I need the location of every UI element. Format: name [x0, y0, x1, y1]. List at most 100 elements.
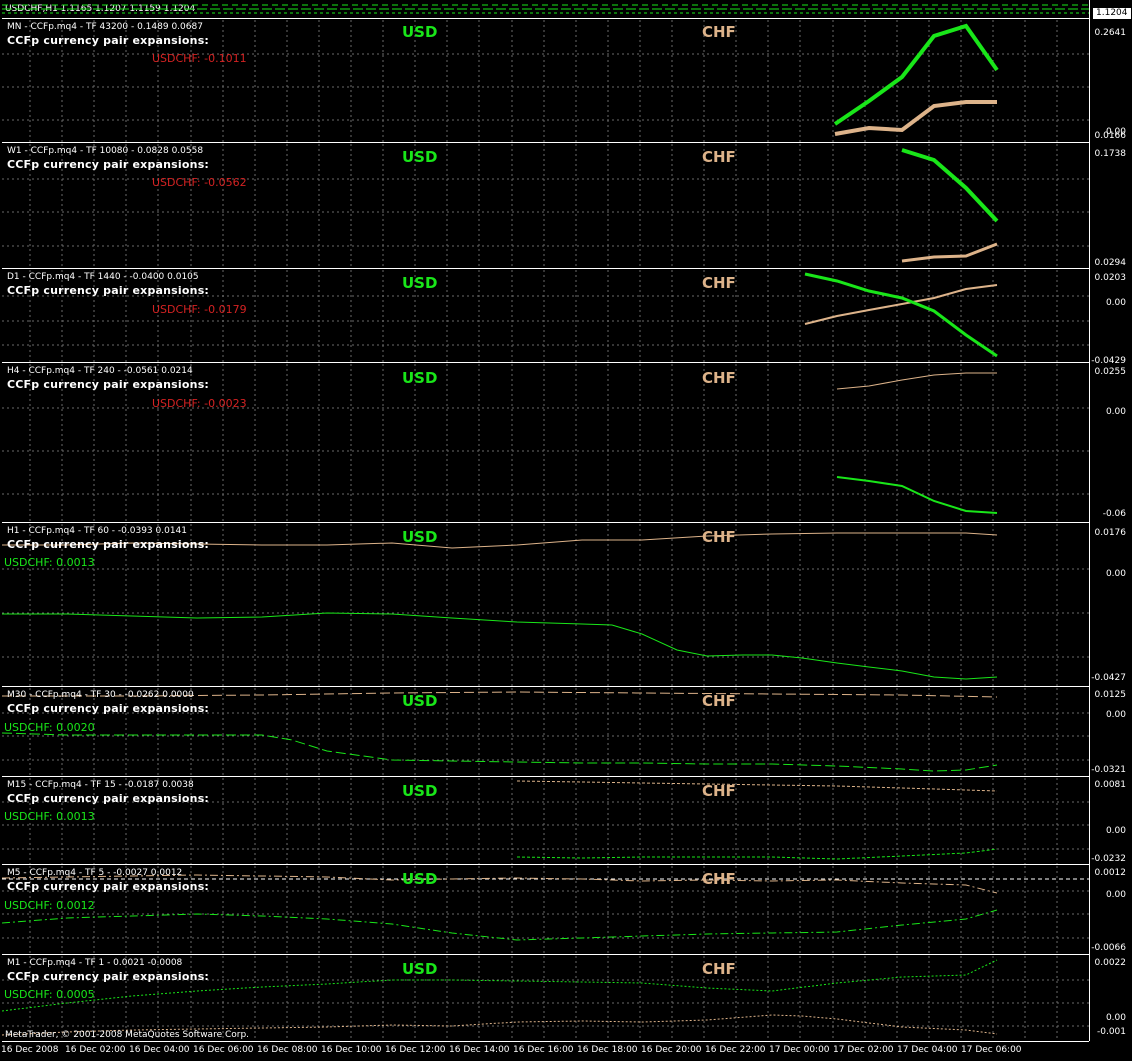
usd-series-line [805, 274, 997, 356]
panel-header: M15 - CCFp.mq4 - TF 15 - -0.0187 0.0038 [7, 780, 194, 790]
chf-series-line [517, 781, 997, 791]
scale-level-label: -0.0232 [1091, 854, 1126, 864]
usd-series-line [2, 613, 997, 679]
scale-level-label: 0.2641 [1094, 28, 1127, 38]
panel-chart-area [2, 778, 1089, 864]
chf-label: CHF [702, 782, 736, 800]
scale-level-label: -0.0321 [1091, 765, 1126, 775]
usd-label: USD [402, 528, 438, 546]
chf-label: CHF [702, 692, 736, 710]
usd-label: USD [402, 782, 438, 800]
panel-subheader: CCFp currency pair expansions: [7, 970, 210, 983]
panel-subheader: CCFp currency pair expansions: [7, 34, 210, 47]
panel-header: MN - CCFp.mq4 - TF 43200 - 0.1489 0.0687 [7, 22, 203, 32]
panel-subheader: CCFp currency pair expansions: [7, 378, 210, 391]
scale-level-label: 0.0081 [1094, 780, 1127, 790]
panel-price-scale: 0.0125 0.00 -0.0321 [1090, 688, 1132, 776]
chf-label: CHF [702, 23, 736, 41]
indicator-panel[interactable]: H4 - CCFp.mq4 - TF 240 - -0.0561 0.0214 C… [2, 364, 1089, 523]
usd-label: USD [402, 369, 438, 387]
panel-price-scale: 0.0203 0.00 -0.0429 [1090, 270, 1132, 366]
usd-series-line [2, 733, 997, 771]
indicator-panel[interactable]: D1 - CCFp.mq4 - TF 1440 - -0.0400 0.0105… [2, 270, 1089, 363]
chf-label: CHF [702, 274, 736, 292]
scale-level-label: -0.001 [1096, 1027, 1126, 1037]
scale-level-label: -0.0066 [1091, 943, 1126, 953]
pair-value-label: USDCHF: 0.0005 [4, 988, 95, 1001]
panel-subheader: CCFp currency pair expansions: [7, 284, 210, 297]
usd-series-line [902, 150, 997, 221]
scale-level-label: 0.1738 [1094, 149, 1127, 159]
time-axis-label: 16 Dec 02:00 [65, 1045, 126, 1055]
usd-series-line [837, 477, 997, 513]
scale-level-label: 0.00 [1105, 569, 1126, 579]
panel-chart-area [2, 956, 1089, 1041]
pair-value-label: USDCHF: 0.0013 [4, 810, 95, 823]
scale-level-label: 0.00 [1105, 407, 1126, 417]
time-axis-label: 16 Dec 06:00 [193, 1045, 254, 1055]
usd-label: USD [402, 870, 438, 888]
panel-header: W1 - CCFp.mq4 - TF 10080 - 0.0828 0.0558 [7, 146, 204, 156]
scale-level-label: 0.0203 [1094, 273, 1127, 283]
panel-header: M1 - CCFp.mq4 - TF 1 - 0.0021 -0.0008 [7, 958, 183, 968]
usd-label: USD [402, 23, 438, 41]
chf-label: CHF [702, 528, 736, 546]
time-axis-label: 17 Dec 06:00 [961, 1045, 1022, 1055]
pair-value-label: USDCHF: -0.0562 [152, 176, 247, 189]
usd-series-line [835, 26, 997, 124]
pair-value-label: USDCHF: -0.0023 [152, 397, 247, 410]
scale-level-label: 0.00 [1105, 890, 1126, 900]
panel-price-scale: 0.0176 0.00 -0.0427 [1090, 524, 1132, 686]
scale-level-label: 0.0176 [1094, 528, 1127, 538]
time-axis-label: 16 Dec 14:00 [449, 1045, 510, 1055]
indicator-panel[interactable]: H1 - CCFp.mq4 - TF 60 - -0.0393 0.0141 CC… [2, 524, 1089, 687]
chf-label: CHF [702, 960, 736, 978]
copyright-text: MetaTrader, © 2001-2008 MetaQuotes Softw… [5, 1030, 250, 1040]
scale-level-label: 0.0255 [1094, 367, 1127, 377]
scale-level-label: 0.00 [1105, 710, 1126, 720]
chf-series-line [837, 373, 997, 389]
time-axis-label: 16 Dec 08:00 [257, 1045, 318, 1055]
scale-level-label: -0.0427 [1091, 673, 1126, 683]
panel-subheader: CCFp currency pair expansions: [7, 538, 210, 551]
scale-level-label: 0.0294 [1094, 258, 1127, 268]
panel-header: M5 - CCFp.mq4 - TF 5 - -0.0027 0.0012 [7, 868, 183, 878]
panel-price-scale: 0.0012 0.00 -0.0066 [1090, 866, 1132, 954]
chf-label: CHF [702, 870, 736, 888]
scale-level-label: 0.00 [1105, 1013, 1126, 1023]
scale-level-label: 0.0166 [1094, 131, 1127, 141]
usd-label: USD [402, 274, 438, 292]
panel-subheader: CCFp currency pair expansions: [7, 702, 210, 715]
scale-level-label: 0.0125 [1094, 690, 1127, 700]
time-axis-label: 16 Dec 22:00 [705, 1045, 766, 1055]
time-axis-label: 16 Dec 04:00 [129, 1045, 190, 1055]
indicator-panel[interactable]: M15 - CCFp.mq4 - TF 15 - -0.0187 0.0038 C… [2, 778, 1089, 865]
panel-header: H1 - CCFp.mq4 - TF 60 - -0.0393 0.0141 [7, 526, 188, 536]
time-axis-label: 17 Dec 04:00 [897, 1045, 958, 1055]
indicator-panel[interactable]: W1 - CCFp.mq4 - TF 10080 - 0.0828 0.0558… [2, 144, 1089, 269]
usd-label: USD [402, 692, 438, 710]
time-axis-label: 16 Dec 18:00 [577, 1045, 638, 1055]
main-chart-header[interactable]: USDCHF,H1 1.1165 1.1207 1.1159 1.1204 [2, 0, 1089, 19]
pair-value-label: USDCHF: -0.1011 [152, 52, 247, 65]
indicator-panel[interactable]: MN - CCFp.mq4 - TF 43200 - 0.1489 0.0687… [2, 20, 1089, 143]
panel-price-scale: 0.0081 0.00 -0.0232 [1090, 778, 1132, 864]
chf-series-line [805, 285, 997, 324]
time-axis-label: 16 Dec 10:00 [321, 1045, 382, 1055]
indicator-panel[interactable]: M30 - CCFp.mq4 - TF 30 - -0.0262 0.0000 C… [2, 688, 1089, 777]
panel-price-scale: 0.0255 0.00 -0.06 [1090, 364, 1132, 522]
panel-price-scale: 0.1738 0.0294 [1090, 144, 1132, 268]
pair-value-label: USDCHF: 0.0020 [4, 721, 95, 734]
usd-label: USD [402, 960, 438, 978]
pair-value-label: USDCHF: -0.0179 [152, 303, 247, 316]
indicator-panel[interactable]: M5 - CCFp.mq4 - TF 5 - -0.0027 0.0012 CCF… [2, 866, 1089, 955]
time-axis-label: 17 Dec 02:00 [833, 1045, 894, 1055]
main-price-lines [2, 0, 1089, 18]
time-axis-label: 16 Dec 12:00 [385, 1045, 446, 1055]
chf-label: CHF [702, 369, 736, 387]
time-axis-label: 16 Dec 16:00 [513, 1045, 574, 1055]
chf-label: CHF [702, 148, 736, 166]
panel-header: D1 - CCFp.mq4 - TF 1440 - -0.0400 0.0105 [7, 272, 199, 282]
panel-price-scale: 0.0022 0.00 -0.001 [1090, 956, 1132, 1041]
panel-subheader: CCFp currency pair expansions: [7, 880, 210, 893]
